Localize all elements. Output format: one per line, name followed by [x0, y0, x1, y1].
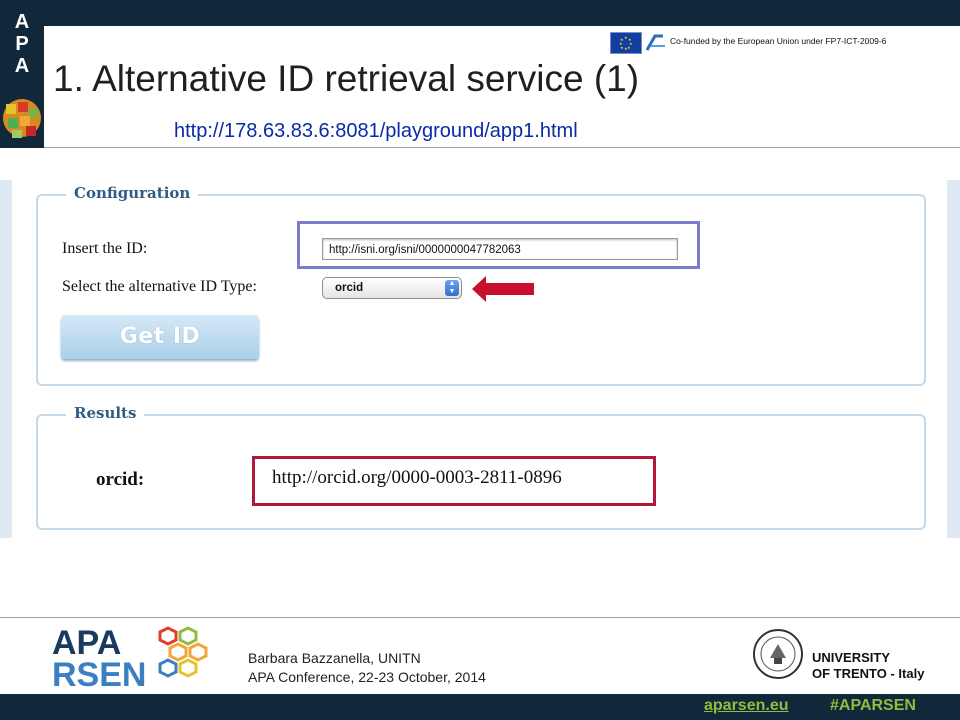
- svg-text:★: ★: [627, 45, 631, 50]
- app-url-link[interactable]: http://178.63.83.6:8081/playground/app1.…: [174, 120, 578, 143]
- eu-flag-icon: ★ ★ ★ ★ ★ ★ ★ ★: [610, 32, 642, 54]
- left-arrow-icon: [472, 276, 534, 302]
- header-divider: [44, 147, 960, 148]
- configuration-legend: Configuration: [66, 184, 199, 202]
- get-id-button[interactable]: Get ID: [61, 315, 259, 359]
- fp7-logo-icon: [645, 34, 665, 51]
- screenshot-left-edge: [0, 180, 12, 538]
- logo-rsen-text: RSEN: [52, 656, 146, 688]
- conference-text: APA Conference, 22-23 October, 2014: [248, 669, 486, 685]
- svg-text:A: A: [15, 55, 29, 77]
- colored-sphere-icon: [3, 99, 41, 138]
- insert-id-label: Insert the ID:: [62, 240, 148, 257]
- id-input[interactable]: http://isni.org/isni/0000000047782063: [322, 238, 678, 260]
- result-label: orcid:: [96, 469, 145, 490]
- svg-text:A: A: [15, 11, 29, 33]
- university-name-line2: OF TRENTO - Italy: [812, 666, 925, 681]
- author-text: Barbara Bazzanella, UNITN: [248, 650, 421, 666]
- apa-side-logo: A P A: [0, 0, 44, 148]
- top-bar: [0, 0, 960, 26]
- university-seal-icon: [753, 629, 803, 679]
- results-legend: Results: [66, 404, 145, 422]
- website-link[interactable]: aparsen.eu: [704, 697, 788, 715]
- aparsen-logo: APA RSEN: [52, 624, 208, 688]
- alt-id-type-label: Select the alternative ID Type:: [62, 278, 257, 295]
- svg-text:★: ★: [624, 46, 628, 51]
- svg-text:P: P: [15, 33, 28, 55]
- apa-logo-icon: A P A: [15, 11, 29, 77]
- alt-id-type-select[interactable]: orcid ▲ ▼: [322, 277, 462, 299]
- university-name-line1: UNIVERSITY: [812, 650, 891, 665]
- hashtag-text: #APARSEN: [830, 697, 916, 714]
- select-value: orcid: [335, 282, 364, 294]
- cofunded-text: Co-funded by the European Union under FP…: [670, 36, 887, 46]
- svg-text:★: ★: [620, 37, 624, 42]
- result-value: http://orcid.org/0000-0003-2811-0896: [272, 467, 562, 488]
- select-arrows-icon: ▲ ▼: [445, 280, 459, 296]
- page-title: 1. Alternative ID retrieval service (1): [53, 58, 640, 99]
- bottom-bar: [0, 694, 960, 720]
- footer-divider: [0, 617, 960, 618]
- screenshot-right-edge: [947, 180, 960, 538]
